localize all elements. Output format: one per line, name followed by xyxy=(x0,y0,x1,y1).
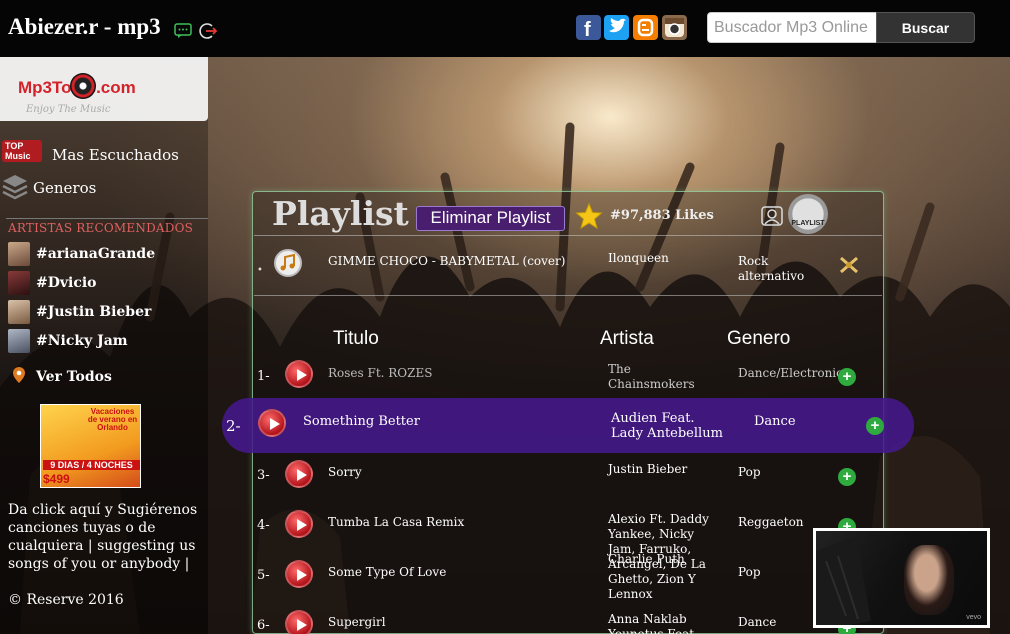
location-pin-icon xyxy=(13,367,25,383)
artist-avatar xyxy=(8,271,30,295)
play-icon[interactable] xyxy=(285,610,313,634)
column-header-artist: Artista xyxy=(600,328,654,349)
artist-label: #Dvicio xyxy=(36,275,97,291)
sidebar-item-label: Mas Escuchados xyxy=(52,146,179,164)
song-title: Roses Ft. ROZES xyxy=(328,366,433,380)
chat-icon[interactable] xyxy=(174,23,192,39)
sidebar-item-mas-escuchados[interactable]: TOP Music Mas Escuchados xyxy=(0,140,208,170)
song-artist: The Chainsmokers xyxy=(608,362,695,391)
add-icon[interactable]: + xyxy=(866,417,884,435)
song-genre: Reggaeton xyxy=(738,515,804,529)
copyright: © Reserve 2016 xyxy=(8,592,124,608)
artist-label: #arianaGrande xyxy=(36,246,156,262)
add-icon[interactable]: + xyxy=(838,468,856,486)
bullet: • xyxy=(257,265,263,276)
play-icon[interactable] xyxy=(285,460,313,488)
song-title: Tumba La Casa Remix xyxy=(328,515,465,529)
ad-price: $499 xyxy=(43,472,70,486)
divider xyxy=(6,218,208,219)
artist-item[interactable]: #Dvicio xyxy=(0,271,208,299)
now-playing-genre: Rock alternativo xyxy=(738,254,805,283)
video-subject xyxy=(904,545,954,615)
sidebar-item-label: Generos xyxy=(33,179,97,197)
likes-count: #97,883 Likes xyxy=(610,208,714,223)
artist-avatar xyxy=(8,329,30,353)
artist-label: #Nicky Jam xyxy=(36,333,128,349)
song-genre: Dance/Electronica xyxy=(738,366,851,380)
song-title: Sorry xyxy=(328,465,362,479)
vevo-watermark: vevo xyxy=(966,614,981,621)
top-music-icon: TOP Music xyxy=(2,140,42,162)
song-genre: Dance xyxy=(738,615,777,629)
artist-item[interactable]: #arianaGrande xyxy=(0,242,208,270)
search-button[interactable]: Buscar xyxy=(876,12,975,43)
logo-tagline: Enjoy The Music xyxy=(26,104,111,115)
song-title: Some Type Of Love xyxy=(328,565,447,579)
divider xyxy=(254,295,882,296)
song-genre: Dance xyxy=(754,414,796,429)
video-player[interactable]: vevo xyxy=(813,528,990,628)
column-header-title: Titulo xyxy=(333,328,379,349)
twitter-icon[interactable] xyxy=(604,15,629,40)
site-title[interactable]: Abiezer.r - mp3 xyxy=(8,14,161,40)
blogger-icon[interactable] xyxy=(633,15,658,40)
recommended-heading: ARTISTAS RECOMENDADOS xyxy=(8,221,194,235)
song-artist: Anna Naklab Younotus Feat xyxy=(608,612,695,634)
play-icon[interactable] xyxy=(285,510,313,538)
song-title: Something Better xyxy=(303,414,420,429)
divider xyxy=(254,235,882,236)
playlist-badge-icon: PLAYLIST xyxy=(788,194,828,234)
song-genre: Pop xyxy=(738,465,761,479)
play-icon[interactable] xyxy=(285,560,313,588)
facebook-icon[interactable]: f xyxy=(576,15,601,40)
play-icon[interactable] xyxy=(285,360,313,388)
song-artist: Justin Bieber xyxy=(608,462,688,476)
song-title: Supergirl xyxy=(328,615,386,629)
add-icon[interactable]: + xyxy=(838,368,856,386)
song-number: 3- xyxy=(257,468,270,483)
song-number: 2- xyxy=(226,417,241,435)
artist-avatar xyxy=(8,300,30,324)
column-header-genre: Genero xyxy=(727,328,791,349)
song-number: 4- xyxy=(257,518,270,533)
song-genre: Pop xyxy=(738,565,761,579)
song-artist: Charlie Puth xyxy=(608,552,685,566)
search-input[interactable] xyxy=(707,12,877,43)
now-playing-artist: Ilonqueen xyxy=(608,251,669,265)
artist-avatar xyxy=(8,242,30,266)
artist-item[interactable]: #Justin Bieber xyxy=(0,300,208,328)
video-frame xyxy=(816,536,871,625)
ad-days: 9 DIAS / 4 NOCHES xyxy=(43,460,140,470)
ad-banner[interactable]: Vacaciones de verano en Orlando 9 DIAS /… xyxy=(40,404,141,488)
play-icon[interactable] xyxy=(258,409,286,437)
music-note-icon[interactable] xyxy=(274,249,302,277)
crossed-swords-icon xyxy=(840,256,858,274)
svg-text:f: f xyxy=(584,19,591,40)
suggest-link[interactable]: Da click aquí y Sugiérenos canciones tuy… xyxy=(8,501,204,573)
logout-icon[interactable] xyxy=(199,22,217,40)
user-icon[interactable] xyxy=(760,205,784,227)
song-number: 5- xyxy=(257,568,270,583)
instagram-icon[interactable] xyxy=(662,15,687,40)
ad-title: Vacaciones de verano en Orlando xyxy=(87,407,138,432)
delete-playlist-button[interactable]: Eliminar Playlist xyxy=(416,206,565,231)
disc-icon xyxy=(70,73,96,99)
song-number: 6- xyxy=(257,618,270,633)
artist-label: #Justin Bieber xyxy=(36,304,152,320)
sidebar-item-generos[interactable]: Generos xyxy=(0,173,208,203)
see-all-link[interactable]: Ver Todos xyxy=(36,369,112,385)
star-icon[interactable] xyxy=(575,202,603,230)
playlist-title: Playlist - xyxy=(272,194,434,233)
song-number: 1- xyxy=(257,369,270,384)
now-playing-title: GIMME CHOCO - BABYMETAL (cover) xyxy=(328,254,566,268)
artist-item[interactable]: #Nicky Jam xyxy=(0,329,208,357)
layers-icon xyxy=(2,175,28,200)
song-artist: Audien Feat. Lady Antebellum xyxy=(611,411,723,441)
